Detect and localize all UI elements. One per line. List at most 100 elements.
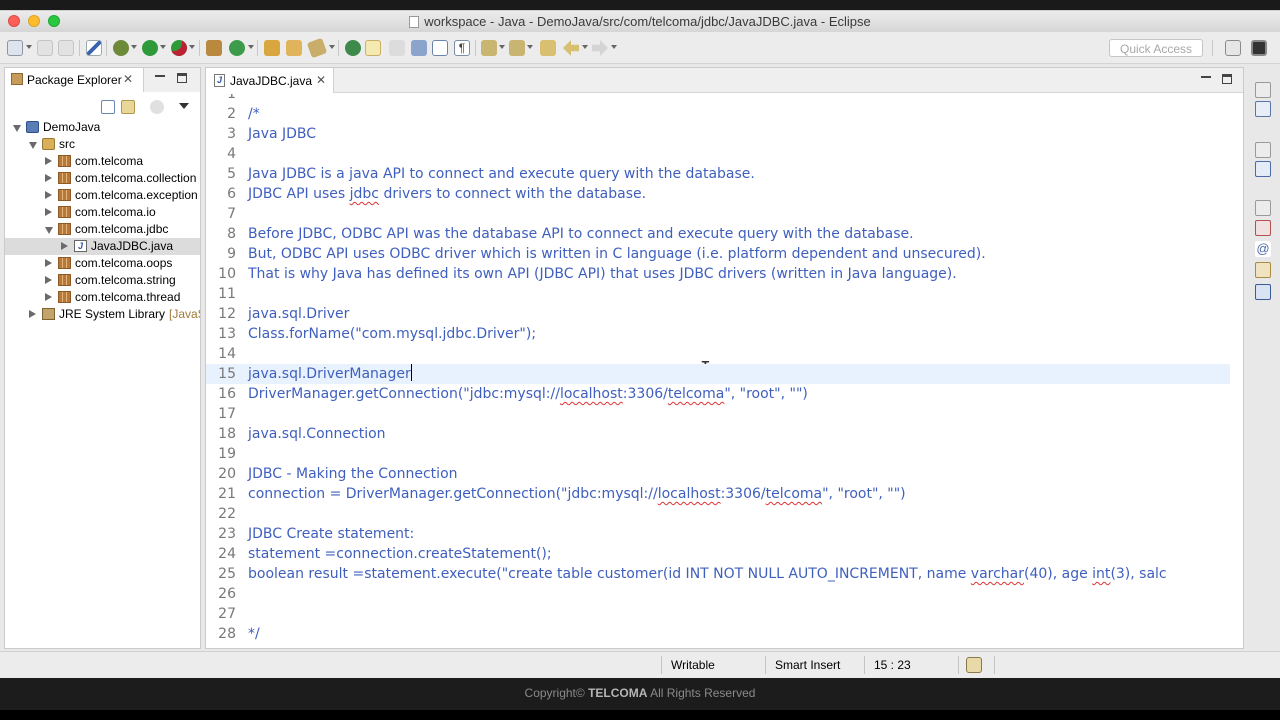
tree-item[interactable]: com.telcoma.jdbc — [5, 221, 200, 238]
expanded-arrow-icon[interactable] — [45, 227, 53, 234]
maximize-view-icon[interactable] — [177, 73, 187, 83]
toggle-mark-occurrences-icon[interactable] — [345, 40, 361, 56]
code-line[interactable]: 6 JDBC API uses jdbc drivers to connect w… — [206, 184, 1230, 204]
minimize-editor-icon[interactable] — [1201, 76, 1211, 78]
code-line[interactable]: 28 */ — [206, 624, 1230, 644]
external-tools-dropdown-icon[interactable] — [189, 45, 195, 49]
code-line[interactable]: 12 java.sql.Driver — [206, 304, 1230, 324]
code-line[interactable]: 22 — [206, 504, 1230, 524]
run-icon[interactable] — [142, 40, 158, 56]
forward-dropdown-icon[interactable] — [611, 45, 617, 49]
tree-item[interactable]: com.telcoma — [5, 153, 200, 170]
console-icon[interactable] — [1255, 284, 1271, 300]
debug-dropdown-icon[interactable] — [131, 45, 137, 49]
tree-item[interactable]: src — [5, 136, 200, 153]
code-line[interactable]: 1 — [206, 94, 1230, 104]
code-line[interactable]: 3 Java JDBC — [206, 124, 1230, 144]
highlight-icon[interactable] — [365, 40, 381, 56]
code-line[interactable]: 8 Before JDBC, ODBC API was the database … — [206, 224, 1230, 244]
tree-item[interactable]: com.telcoma.io — [5, 204, 200, 221]
collapsed-arrow-icon[interactable] — [45, 191, 52, 199]
link-with-editor-icon[interactable] — [121, 100, 135, 114]
close-icon[interactable]: ✕ — [123, 72, 133, 86]
forward-arrow-icon[interactable] — [592, 40, 608, 56]
code-line[interactable]: 26 — [206, 584, 1230, 604]
tree-item[interactable]: com.telcoma.oops — [5, 255, 200, 272]
show-whitespace-icon[interactable] — [432, 40, 448, 56]
search-dropdown-icon[interactable] — [329, 45, 335, 49]
maximize-editor-icon[interactable] — [1222, 74, 1232, 84]
code-line[interactable]: 19 — [206, 444, 1230, 464]
tree-item[interactable]: JRE System Library[JavaS — [5, 306, 200, 323]
collapsed-arrow-icon[interactable] — [45, 276, 52, 284]
code-line[interactable]: 9 But, ODBC API uses ODBC driver which is… — [206, 244, 1230, 264]
restore-icon[interactable] — [1255, 200, 1271, 216]
new-class-dropdown-icon[interactable] — [248, 45, 254, 49]
next-annotation-dropdown-icon[interactable] — [499, 45, 505, 49]
open-perspective-icon[interactable] — [1225, 40, 1241, 56]
external-tools-icon[interactable] — [171, 40, 187, 56]
annotation-icon[interactable] — [411, 40, 427, 56]
tree-item[interactable]: DemoJava — [5, 119, 200, 136]
code-line[interactable]: 18 java.sql.Connection — [206, 424, 1230, 444]
tab-javajdbc-java[interactable]: J JavaJDBC.java ✕ — [206, 68, 334, 93]
new-java-class-icon[interactable] — [229, 40, 245, 56]
progress-icon[interactable] — [966, 657, 982, 673]
expanded-arrow-icon[interactable] — [13, 125, 21, 132]
collapsed-arrow-icon[interactable] — [61, 242, 68, 250]
collapsed-arrow-icon[interactable] — [45, 208, 52, 216]
new-java-package-icon[interactable] — [206, 40, 222, 56]
code-line[interactable]: 5 Java JDBC is a java API to connect and … — [206, 164, 1230, 184]
task-list-icon[interactable] — [1255, 161, 1271, 177]
expanded-arrow-icon[interactable] — [29, 142, 37, 149]
collapsed-arrow-icon[interactable] — [45, 293, 52, 301]
code-line[interactable]: 17 — [206, 404, 1230, 424]
restore-icon[interactable] — [1255, 142, 1271, 158]
close-icon[interactable]: ✕ — [316, 73, 326, 87]
tree-item[interactable]: com.telcoma.exception — [5, 187, 200, 204]
code-line[interactable]: 10 That is why Java has defined its own A… — [206, 264, 1230, 284]
search-flashlight-icon[interactable] — [306, 37, 328, 59]
java-perspective-icon[interactable] — [1251, 40, 1267, 56]
collapsed-arrow-icon[interactable] — [45, 174, 52, 182]
view-menu-icon[interactable] — [179, 103, 189, 109]
tree-item[interactable]: J JavaJDBC.java — [5, 238, 200, 255]
collapsed-arrow-icon[interactable] — [45, 259, 52, 267]
code-line[interactable]: 4 — [206, 144, 1230, 164]
back-arrow-icon[interactable] — [563, 40, 579, 56]
open-folder-icon[interactable] — [286, 40, 302, 56]
code-line[interactable]: 21 connection = DriverManager.getConnecti… — [206, 484, 1230, 504]
code-editor[interactable]: I 12/*3Java JDBC45Java JDBC is a java AP… — [206, 94, 1243, 649]
next-annotation-icon[interactable] — [481, 40, 497, 56]
toggle-block-icon[interactable] — [389, 40, 405, 56]
debug-icon[interactable] — [113, 40, 129, 56]
tab-package-explorer[interactable]: Package Explorer ✕ — [5, 68, 144, 92]
code-line[interactable]: 25 boolean result =statement.execute("cre… — [206, 564, 1230, 584]
code-line[interactable]: 15 java.sql.DriverManager — [206, 364, 1230, 384]
collapsed-arrow-icon[interactable] — [45, 157, 52, 165]
code-line[interactable]: 16 DriverManager.getConnection("jdbc:mysq… — [206, 384, 1230, 404]
tree-item[interactable]: com.telcoma.collection — [5, 170, 200, 187]
minimize-view-icon[interactable] — [155, 75, 165, 77]
tree-item[interactable]: com.telcoma.string — [5, 272, 200, 289]
paragraph-icon[interactable]: ¶ — [454, 40, 470, 56]
code-line[interactable]: 11 — [206, 284, 1230, 304]
code-line[interactable]: 7 — [206, 204, 1230, 224]
run-dropdown-icon[interactable] — [160, 45, 166, 49]
quick-access-input[interactable]: Quick Access — [1109, 39, 1203, 57]
code-line[interactable]: 13 Class.forName("com.mysql.jdbc.Driver")… — [206, 324, 1230, 344]
collapse-all-icon[interactable] — [101, 100, 115, 114]
javadoc-icon[interactable]: @ — [1255, 241, 1271, 257]
code-line[interactable]: 14 — [206, 344, 1230, 364]
new-icon[interactable] — [7, 40, 23, 56]
focus-on-active-task-icon[interactable] — [150, 100, 164, 114]
skip-breakpoints-icon[interactable] — [86, 40, 102, 56]
declaration-icon[interactable] — [1255, 262, 1271, 278]
previous-annotation-icon[interactable] — [509, 40, 525, 56]
code-line[interactable]: 20 JDBC - Making the Connection — [206, 464, 1230, 484]
code-line[interactable]: 24 statement =connection.createStatement(… — [206, 544, 1230, 564]
tree-item[interactable]: com.telcoma.thread — [5, 289, 200, 306]
previous-annotation-dropdown-icon[interactable] — [527, 45, 533, 49]
save-all-icon[interactable] — [58, 40, 74, 56]
open-type-icon[interactable] — [264, 40, 280, 56]
